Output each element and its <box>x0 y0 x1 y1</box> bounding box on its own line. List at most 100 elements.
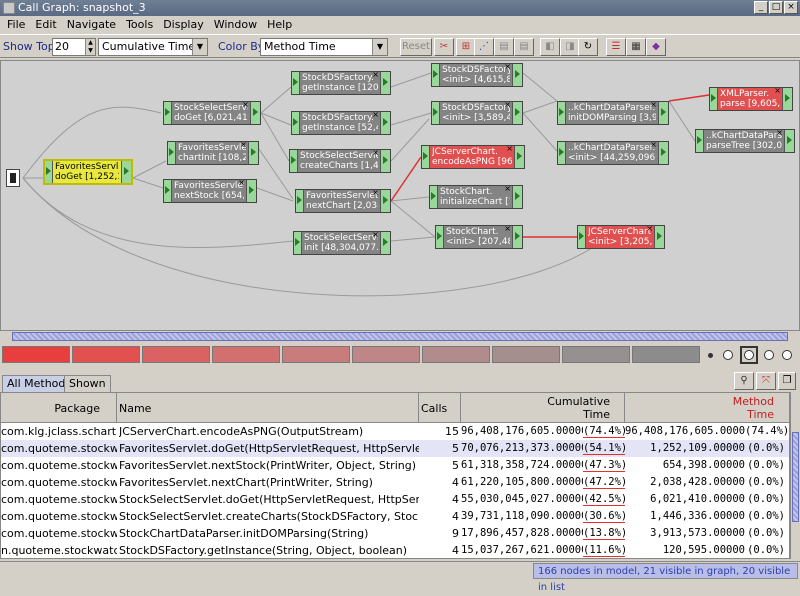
call-graph-canvas[interactable]: FavoritesServlet.doGet [1,252,109 StockS… <box>0 60 800 336</box>
graph-node[interactable]: StockDSFactory<init> [3,589,411× <box>431 100 523 125</box>
dot-size-small[interactable] <box>708 353 713 358</box>
cell-cumulative: 17,896,457,828.00000 <box>461 527 583 539</box>
table-row[interactable]: com.quoteme.stockwatchFavoritesServlet.n… <box>1 474 789 491</box>
dot-size-medium[interactable] <box>723 350 733 360</box>
graph-node[interactable]: StockSelectServletinit [48,304,077.00× <box>293 230 391 255</box>
menu-help[interactable]: Help <box>262 16 297 34</box>
spinner-arrows-icon[interactable]: ▲ ▼ <box>85 39 95 55</box>
graph-node[interactable]: FavoritesServlet.nextChart [2,038,4× <box>295 188 391 213</box>
column-cumulative-time[interactable]: Cumulative Time <box>461 393 625 423</box>
methods-table[interactable]: Package Name Calls Cumulative Time Method… <box>0 392 790 559</box>
snapshot-icon[interactable]: ◆ <box>646 38 666 56</box>
graph-node[interactable]: StockDSFactory.getInstance [120,59.× <box>291 70 391 95</box>
back-icon[interactable]: ◧ <box>540 38 560 56</box>
chevron-down-icon: ▼ <box>372 39 387 55</box>
menu-display[interactable]: Display <box>158 16 209 34</box>
column-name[interactable]: Name <box>117 393 419 423</box>
legend-icon[interactable]: ☰ <box>606 38 626 56</box>
graph-node[interactable]: FavoritesServlet.nextStock [654,39(× <box>163 178 257 203</box>
graph-node[interactable]: FavoritesServlet.doGet [1,252,109 <box>43 159 133 185</box>
close-icon: × <box>372 188 379 197</box>
menu-tools[interactable]: Tools <box>121 16 158 34</box>
tab-shown[interactable]: Shown <box>64 375 111 392</box>
cell-cumulative: 61,318,358,724.00000 <box>461 459 583 471</box>
graph-node[interactable]: JCServerChart.encodeAsPNG [96,408.× <box>421 144 525 169</box>
cell-method: 654,398.00000 <box>662 459 745 471</box>
zoom-in-icon[interactable]: ▤ <box>494 38 514 56</box>
table-row[interactable]: com.klg.jclass.schart JCServerChart.encod… <box>1 423 789 440</box>
table-vertical-scrollbar[interactable] <box>790 392 800 559</box>
table-row[interactable]: com.quoteme.stockwatchFavoritesServlet.d… <box>1 440 789 457</box>
cell-method-pct: (0.0%) <box>747 510 785 522</box>
graph-node[interactable]: StockSelectServletdoGet [6,021,410.0× <box>163 100 261 125</box>
layout-icon[interactable]: ⋰ <box>474 38 494 56</box>
close-icon: × <box>242 100 249 109</box>
filter-icon[interactable]: ✂ <box>434 38 454 56</box>
metric-select[interactable]: Cumulative Time ▼ <box>98 38 208 56</box>
column-package[interactable]: Package <box>1 393 117 423</box>
reset-button[interactable]: Reset <box>400 38 432 56</box>
refresh-icon[interactable]: ↻ <box>578 38 598 56</box>
maximize-button[interactable]: □ <box>769 1 783 14</box>
details-icon[interactable]: ▦ <box>626 38 646 56</box>
graph-node[interactable]: StockDSFactory<init> [4,615,822× <box>431 62 523 87</box>
graph-node[interactable]: FavoritesServletchartInit [108,255× <box>167 140 259 165</box>
cell-package: com.quoteme.stockwatch <box>1 527 117 540</box>
minimize-button[interactable]: _ <box>754 1 768 14</box>
graph-node[interactable]: ..kChartDataParser.parseTree [302,022,× <box>695 128 795 153</box>
cell-cumulative: 70,076,213,373.00000 <box>461 442 583 454</box>
graph-horizontal-scrollbar[interactable] <box>0 330 800 342</box>
cell-package: com.klg.jclass.schart <box>1 425 117 438</box>
close-button[interactable]: × <box>784 1 798 14</box>
menu-edit[interactable]: Edit <box>30 16 61 34</box>
forward-icon[interactable]: ◨ <box>560 38 580 56</box>
scrollbar-thumb[interactable] <box>792 432 799 522</box>
cell-calls: 15 <box>445 425 459 438</box>
graph-node[interactable]: StockDSFactory.getInstance [52,402.× <box>291 110 391 135</box>
menu-navigate[interactable]: Navigate <box>62 16 121 34</box>
metric-select-value: Cumulative Time <box>102 40 196 53</box>
color-legend-strip <box>0 343 800 367</box>
graph-select-icon[interactable]: ⤧ <box>756 372 776 390</box>
table-row[interactable]: com.quoteme.stockwatchStockSelectServlet… <box>1 491 789 508</box>
cell-name: StockSelectServlet.doGet(HttpServletRequ… <box>119 493 419 506</box>
column-calls[interactable]: Calls <box>419 393 461 423</box>
cell-cumulative: 96,408,176,605.00000 <box>461 425 583 437</box>
graph-node[interactable]: ..kChartDataParser.<init> [44,259,096...… <box>557 140 669 165</box>
graph-node[interactable]: StockChart.<init> [207,481× <box>435 224 523 249</box>
zoom-out-icon[interactable]: ▤ <box>514 38 534 56</box>
graph-node[interactable]: XMLParser. parse [9,605,0 × <box>709 86 793 111</box>
table-row[interactable]: n.quoteme.stockwatch.utilStockDSFactory.… <box>1 542 789 558</box>
cell-cumulative-pct: (47.3%) <box>583 459 625 472</box>
graph-node[interactable]: ..kChartDataParser.initDOMParsing [3,9..… <box>557 100 669 125</box>
show-top-spinner[interactable]: 20 ▲ ▼ <box>52 38 96 56</box>
scrollbar-thumb[interactable] <box>12 332 788 341</box>
expand-icon[interactable]: ⊞ <box>456 38 476 56</box>
legend-swatch <box>422 346 490 363</box>
graph-node[interactable]: StockSelectServlet.createCharts [1,446.× <box>289 148 391 173</box>
close-icon: × <box>506 144 513 153</box>
color-by-select[interactable]: Method Time ▼ <box>260 38 388 56</box>
cell-method: 1,446,336.00000 <box>650 510 745 522</box>
edge <box>668 100 696 142</box>
window-title: Call Graph: snapshot_3 <box>18 1 146 14</box>
title-bar: Call Graph: snapshot_3 _ □ × <box>0 0 800 16</box>
table-row[interactable]: com.quoteme.stockwatchFavoritesServlet.n… <box>1 457 789 474</box>
table-row[interactable]: com.quoteme.stockwatchStockSelectServlet… <box>1 508 789 525</box>
graph-node[interactable]: StockChart.initializeChart [13...]× <box>429 184 523 209</box>
binoculars-icon[interactable]: ⚲ <box>734 372 754 390</box>
restore-icon[interactable]: ❐ <box>778 372 796 390</box>
show-top-label: Show Top: <box>3 40 59 53</box>
dot-size-xlarge[interactable] <box>764 350 774 360</box>
close-icon: × <box>646 224 653 233</box>
dot-size-large-selected[interactable] <box>740 346 758 364</box>
status-text: 166 nodes in model, 21 visible in graph,… <box>533 563 798 593</box>
graph-node[interactable]: JCServerChart.<init> [3,205,70× <box>577 224 665 249</box>
column-method-time[interactable]: Method Time <box>625 393 789 423</box>
dot-size-xxlarge[interactable] <box>782 350 792 360</box>
edge <box>258 148 294 200</box>
menu-window[interactable]: Window <box>209 16 262 34</box>
table-row[interactable]: com.quoteme.stockwatchStockChartDataPars… <box>1 525 789 542</box>
menu-file[interactable]: File <box>2 16 30 34</box>
root-thread-node[interactable] <box>6 169 20 187</box>
